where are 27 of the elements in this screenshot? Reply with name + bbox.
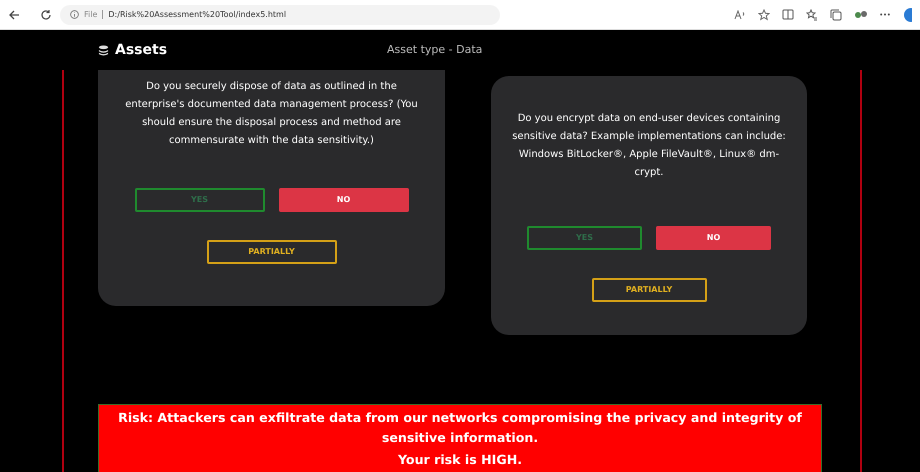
more-icon[interactable]	[880, 13, 890, 16]
read-aloud-icon[interactable]	[734, 10, 746, 20]
no-button[interactable]: NO	[278, 188, 408, 212]
question-text: Do you encrypt data on end-user devices containing sensitive data? Example implementations can include: Windows BitLocker®, Apple FileVault®, Linux® dm-crypt.	[512, 113, 786, 178]
refresh-icon[interactable]	[40, 8, 52, 20]
back-icon[interactable]	[8, 8, 20, 20]
extension-icon[interactable]	[854, 8, 868, 20]
star-icon[interactable]	[758, 8, 770, 20]
info-icon	[70, 10, 79, 19]
collections-icon[interactable]	[830, 8, 842, 20]
yes-button[interactable]: YES	[527, 226, 642, 250]
file-label: File	[84, 8, 98, 20]
no-button[interactable]: NO	[656, 226, 771, 250]
yes-button[interactable]: YES	[134, 188, 264, 212]
favorites-icon[interactable]	[806, 8, 818, 20]
page-title: Assets	[115, 40, 168, 60]
address-bar[interactable]: File D:/Risk%20Assessment%20Tool/index5.html	[60, 4, 500, 24]
risk-level-text: Your risk is HIGH.	[396, 451, 524, 469]
partially-button[interactable]: PARTIALLY	[592, 278, 706, 302]
split-screen-icon[interactable]	[782, 9, 794, 20]
url-text: D:/Risk%20Assessment%20Tool/index5.html	[108, 8, 286, 20]
asset-type-label: Asset type - Data	[387, 42, 482, 58]
stack-icon	[98, 44, 109, 56]
profile-icon[interactable]	[902, 8, 912, 22]
question-text: Do you securely dispose of data as outlined in the enterprise's documented data management process? (You should ensure the disposal process and method are commensurate with the data sensitivity.)	[125, 81, 418, 146]
partially-button[interactable]: PARTIALLY	[206, 240, 336, 264]
risk-statement: Risk: Attackers can exfiltrate data from our networks compromising the privacy and integrity of sensitive information.	[117, 409, 803, 447]
